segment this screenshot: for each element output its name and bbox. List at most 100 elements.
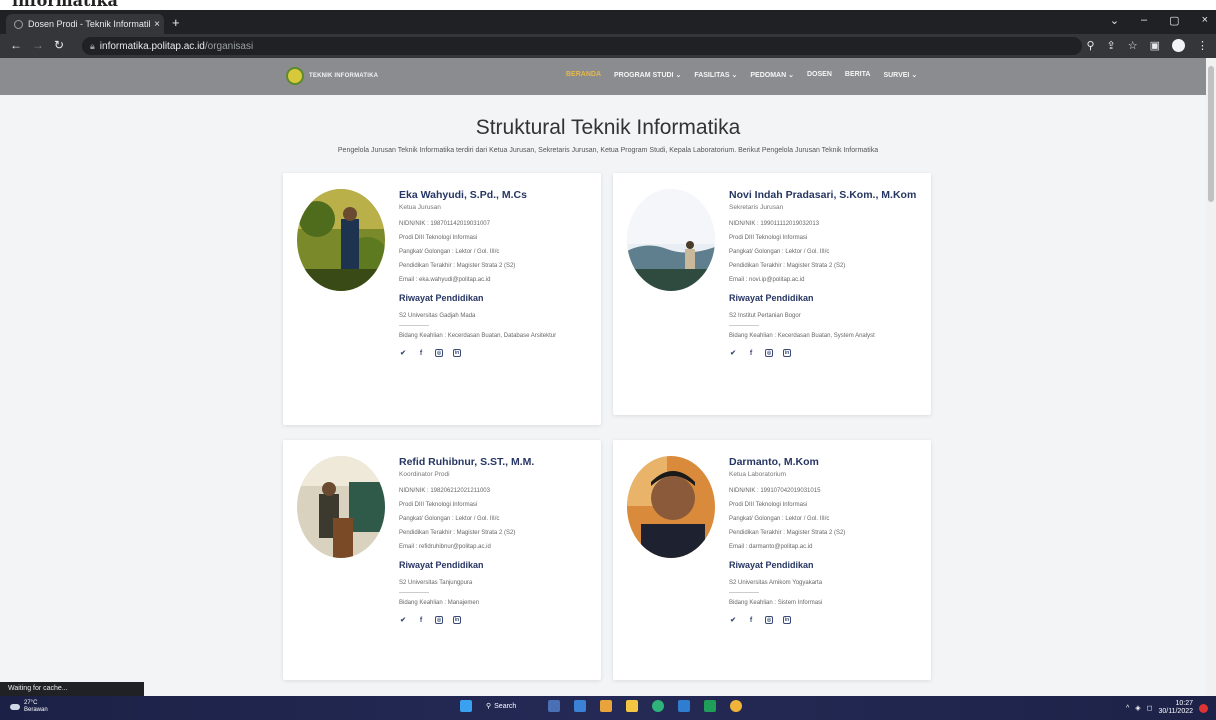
education-heading: Riwayat Pendidikan — [729, 293, 814, 303]
facebook-icon[interactable]: f — [747, 616, 755, 624]
reload-icon[interactable]: ↻ — [54, 38, 64, 52]
staff-name: Eka Wahyudi, S.Pd., M.Cs — [399, 189, 527, 201]
close-window-button[interactable]: × — [1202, 14, 1208, 27]
staff-nidn: NIDN/NIK : 198701142019031007 — [399, 221, 490, 227]
education-heading: Riwayat Pendidikan — [399, 560, 484, 570]
file-explorer-icon[interactable] — [626, 700, 638, 712]
staff-rank: Pangkat/ Golongan : Lektor / Gol. III/c — [399, 516, 500, 522]
forward-icon[interactable]: → — [32, 38, 44, 52]
facebook-icon[interactable]: f — [417, 349, 425, 357]
instagram-icon[interactable]: ◎ — [765, 349, 773, 357]
nav-fasilitas[interactable]: FASILITAS ⌄ — [694, 71, 737, 79]
logo-text: TEKNIK INFORMATIKA — [309, 73, 379, 79]
url-host: informatika.politap.ac.id — [99, 40, 205, 52]
weather-condition: Berawan — [24, 707, 48, 713]
staff-role: Sekretaris Jurusan — [729, 204, 784, 211]
politap-logo-icon — [286, 67, 304, 85]
staff-education-level: Pendidikan Terakhir : Magister Strata 2 … — [399, 530, 516, 536]
linkedin-icon[interactable]: in — [783, 349, 791, 357]
lock-icon: 🔒︎ — [90, 40, 95, 51]
staff-role: Koordinator Prodi — [399, 471, 450, 478]
staff-photo — [297, 456, 385, 558]
maximize-button[interactable]: ▢ — [1169, 14, 1179, 27]
twitter-icon[interactable]: ✔ — [729, 349, 737, 357]
nav-survei[interactable]: SURVEI ⌄ — [883, 71, 917, 79]
tab-close-icon[interactable]: × — [150, 19, 164, 30]
url-field[interactable]: 🔒︎ informatika.politap.ac.id/organisasi — [82, 37, 1082, 55]
sidepanel-icon[interactable]: ▣ — [1150, 39, 1160, 52]
facebook-icon[interactable]: f — [747, 349, 755, 357]
staff-degree: S2 Universitas Gadjah Mada — [399, 313, 476, 319]
nav-berita[interactable]: BERITA — [845, 71, 871, 79]
menu-icon[interactable]: ⋮ — [1197, 39, 1208, 52]
speaker-icon[interactable]: ◻ — [1147, 704, 1153, 712]
clock[interactable]: 10:27 30/11/2022 — [1158, 700, 1193, 716]
taskbar-apps: ⚲ Search — [460, 700, 742, 712]
staff-education-level: Pendidikan Terakhir : Magister Strata 2 … — [399, 263, 516, 269]
linkedin-icon[interactable]: in — [783, 616, 791, 624]
store-icon[interactable] — [678, 700, 690, 712]
staff-card-novi: Novi Indah Pradasari, S.Kom., M.Kom Sekr… — [613, 173, 931, 415]
network-icon[interactable]: ◈ — [1135, 704, 1140, 712]
twitter-icon[interactable]: ✔ — [399, 349, 407, 357]
nav-beranda[interactable]: BERANDA — [566, 71, 601, 79]
nav-program-studi[interactable]: PROGRAM STUDI ⌄ — [614, 71, 681, 79]
nav-dosen[interactable]: DOSEN — [807, 71, 832, 79]
browser-app-icon[interactable] — [600, 700, 612, 712]
linkedin-icon[interactable]: in — [453, 349, 461, 357]
staff-email: Email : darmanto@politap.ac.id — [729, 544, 813, 550]
tab-search-icon[interactable]: ⌄ — [1110, 14, 1119, 27]
browser-status-text: Waiting for cache... — [0, 682, 144, 696]
facebook-icon[interactable]: f — [417, 616, 425, 624]
staff-degree: S2 Institut Pertanian Bogor — [729, 313, 801, 319]
notification-icon[interactable] — [1199, 703, 1208, 713]
search-label: Search — [494, 702, 517, 710]
staff-role: Ketua Jurusan — [399, 204, 441, 211]
share-icon[interactable]: ⇪ — [1107, 39, 1116, 52]
site-logo[interactable]: TEKNIK INFORMATIKA — [286, 67, 378, 85]
divider — [729, 325, 759, 326]
bookmark-star-icon[interactable]: ☆ — [1128, 39, 1138, 52]
instagram-icon[interactable]: ◎ — [435, 616, 443, 624]
weather-temp: 27°C — [24, 700, 38, 706]
new-tab-button[interactable]: + — [172, 15, 180, 30]
back-icon[interactable]: ← — [10, 38, 22, 52]
tab-dosen-prodi[interactable]: Dosen Prodi - Teknik Informatika × — [6, 14, 164, 34]
staff-prodi: Prodi DIII Teknologi Informasi — [729, 235, 808, 241]
main-nav: BERANDA PROGRAM STUDI ⌄ FASILITAS ⌄ PEDO… — [566, 71, 917, 79]
linkedin-icon[interactable]: in — [453, 616, 461, 624]
chrome-icon[interactable] — [730, 700, 742, 712]
social-links: ✔ f ◎ in — [729, 349, 925, 357]
staff-nidn: NIDN/NIK : 199107042019031015 — [729, 488, 821, 494]
excel-icon[interactable] — [704, 700, 716, 712]
profile-avatar[interactable] — [1172, 39, 1185, 52]
staff-degree: S2 Universitas Tanjungpura — [399, 580, 473, 586]
globe-icon — [14, 19, 23, 29]
twitter-icon[interactable]: ✔ — [399, 616, 407, 624]
task-view-icon[interactable] — [548, 700, 560, 712]
zoom-icon[interactable]: ⚲ — [1086, 39, 1094, 52]
nav-pedoman[interactable]: PEDOMAN ⌄ — [750, 71, 794, 79]
staff-role: Ketua Laboratorium — [729, 471, 787, 478]
staff-rank: Pangkat/ Golongan : Lektor / Gol. III/c — [729, 516, 830, 522]
staff-expertise: Bidang Keahlian : Manajemen — [399, 600, 480, 606]
meet-icon[interactable] — [574, 700, 586, 712]
social-links: ✔ f ◎ in — [399, 616, 595, 624]
education-heading: Riwayat Pendidikan — [729, 560, 814, 570]
staff-email: Email : novi.ip@politap.ac.id — [729, 277, 805, 283]
staff-expertise: Bidang Keahlian : Sistem Informasi — [729, 600, 823, 606]
tray-chevron-icon[interactable]: ^ — [1126, 705, 1129, 712]
instagram-icon[interactable]: ◎ — [435, 349, 443, 357]
url-path: /organisasi — [204, 40, 254, 52]
cloud-icon — [10, 704, 20, 710]
windows-start-icon[interactable] — [460, 700, 472, 712]
minimize-button[interactable]: – — [1141, 14, 1147, 27]
chat-app-icon[interactable] — [652, 700, 664, 712]
staff-expertise: Bidang Keahlian : Kecerdasan Buatan, Sys… — [729, 333, 875, 339]
staff-rank: Pangkat/ Golongan : Lektor / Gol. III/c — [729, 249, 830, 255]
instagram-icon[interactable]: ◎ — [765, 616, 773, 624]
taskbar-search[interactable]: ⚲ Search — [486, 702, 534, 711]
weather-widget[interactable]: 27°C Berawan — [10, 700, 48, 714]
twitter-icon[interactable]: ✔ — [729, 616, 737, 624]
education-heading: Riwayat Pendidikan — [399, 293, 484, 303]
